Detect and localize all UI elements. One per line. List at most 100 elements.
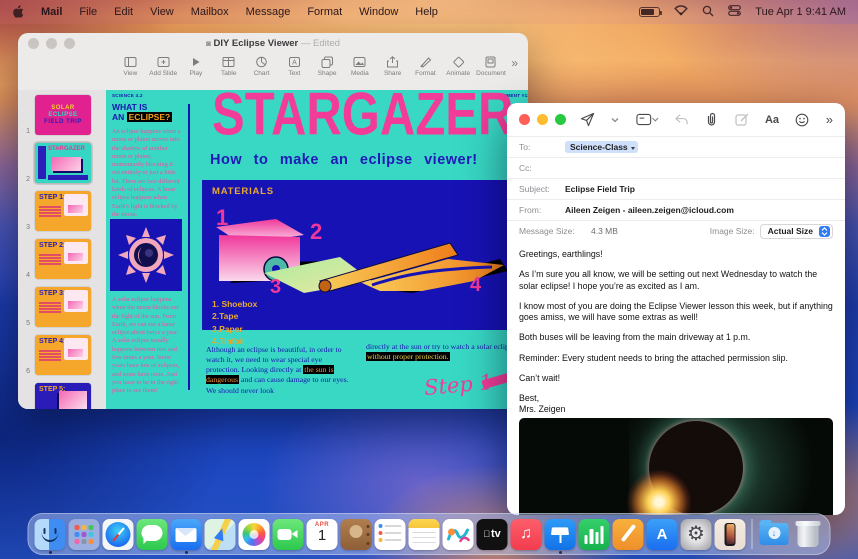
minimize-button[interactable] <box>537 114 548 125</box>
toolbar-document-button[interactable]: Document <box>475 56 508 77</box>
recipient-token[interactable]: Science-Class <box>565 141 638 153</box>
menu-message[interactable]: Message <box>246 6 291 18</box>
dock-item-music[interactable]: ♫ <box>511 519 542 550</box>
dock-item-pages[interactable] <box>613 519 644 550</box>
spotlight-search-icon[interactable] <box>702 5 714 20</box>
dock-item-maps[interactable] <box>205 519 236 550</box>
from-value: Aileen Zeigen - aileen.zeigen@icloud.com <box>565 205 734 215</box>
dock-item-launchpad[interactable] <box>69 519 100 550</box>
slide-thumbnail-row[interactable]: 5 STEP 3: <box>18 285 106 329</box>
slide-big-title: STARGAZER <box>212 90 513 149</box>
thumbnail-title-slide[interactable]: SOLAR ECLIPSE FIELD TRIP <box>35 95 91 135</box>
emoji-button[interactable] <box>795 113 809 127</box>
toolbar-media-button[interactable]: Media <box>343 56 376 77</box>
menu-window[interactable]: Window <box>359 6 398 18</box>
menu-app-name[interactable]: Mail <box>41 6 62 18</box>
cc-field[interactable]: Cc: <box>507 157 845 178</box>
diamond-ring-flare <box>627 470 691 516</box>
keynote-titlebar[interactable]: ◙ DIY Eclipse Viewer — Edited <box>18 33 528 54</box>
from-field[interactable]: From: Aileen Zeigen - aileen.zeigen@iclo… <box>507 199 845 220</box>
material-item: 2.Tape <box>212 310 518 322</box>
dock-item-facetime[interactable] <box>273 519 304 550</box>
reply-button[interactable] <box>674 113 689 126</box>
menu-view[interactable]: View <box>150 6 174 18</box>
slide-thumbnail-row[interactable]: 2 STARGAZER <box>18 141 106 185</box>
material-item: 3.Paper <box>212 323 518 335</box>
dock-item-mail[interactable] <box>171 519 202 550</box>
slide-canvas[interactable]: SCIENCE 4.2 EXPERIMENT #11 WHAT IS AN EC… <box>106 90 528 409</box>
dock-item-reminders[interactable] <box>375 519 406 550</box>
zoom-button[interactable] <box>555 114 566 125</box>
dock-item-safari[interactable] <box>103 519 134 550</box>
slide-thumbnail-row[interactable]: 7 STEP 5: <box>18 381 106 409</box>
dock-item-calendar[interactable]: APR1 <box>307 519 338 550</box>
toolbar-share-button[interactable]: Share <box>376 56 409 77</box>
wifi-icon[interactable] <box>674 5 688 19</box>
slide-number: 5 <box>18 320 33 329</box>
keynote-toolbar: View Add Slide Play Table Chart A Text <box>18 54 528 90</box>
menu-format[interactable]: Format <box>307 6 342 18</box>
thumbnail-step4-slide[interactable]: STEP 4: <box>35 335 91 375</box>
thumbnail-step3-slide[interactable]: STEP 3: <box>35 287 91 327</box>
dock-item-downloads[interactable]: ↓ <box>759 519 790 550</box>
toolbar-chart-button[interactable]: Chart <box>245 56 278 77</box>
image-size-select[interactable]: Actual Size <box>760 224 833 239</box>
dock-item-app-store[interactable]: A <box>647 519 678 550</box>
toolbar-table-button[interactable]: Table <box>212 56 245 77</box>
dock-item-freeform[interactable] <box>443 519 474 550</box>
toolbar-animate-button[interactable]: Animate <box>442 56 475 77</box>
slide-thumbnail-row[interactable]: 3 STEP 1: <box>18 189 106 233</box>
thumbnail-stargazer-slide[interactable]: STARGAZER <box>35 143 91 183</box>
dock-item-trash[interactable] <box>793 519 824 550</box>
mail-traffic-lights[interactable] <box>519 114 566 125</box>
message-body[interactable]: Greetings, earthlings! As I’m sure you a… <box>507 241 845 416</box>
subject-field[interactable]: Subject: Eclipse Field Trip <box>507 178 845 199</box>
slide-thumbnail-row[interactable]: 1 SOLAR ECLIPSE FIELD TRIP <box>18 93 106 137</box>
toolbar-overflow-button[interactable]: » <box>826 112 833 127</box>
dock-item-notes[interactable] <box>409 519 440 550</box>
image-size-label: Image Size: <box>710 226 755 236</box>
menu-help[interactable]: Help <box>415 6 438 18</box>
slide-thumbnail-row[interactable]: 4 STEP 2: <box>18 237 106 281</box>
attach-button[interactable] <box>705 112 718 127</box>
toolbar-add-slide-button[interactable]: Add Slide <box>147 56 180 77</box>
compose-button[interactable] <box>735 113 749 127</box>
apple-menu-icon[interactable] <box>12 5 24 19</box>
battery-icon[interactable] <box>639 7 660 17</box>
thumbnail-step2-slide[interactable]: STEP 2: <box>35 239 91 279</box>
toolbar-text-button[interactable]: A Text <box>278 56 311 77</box>
dock-item-keynote[interactable] <box>545 519 576 550</box>
menu-edit[interactable]: Edit <box>114 6 133 18</box>
header-fields-button[interactable] <box>636 113 658 126</box>
svg-text:2: 2 <box>310 219 322 244</box>
dock-item-finder[interactable] <box>35 519 66 550</box>
dock-item-contacts[interactable] <box>341 519 372 550</box>
edited-label: — Edited <box>301 38 340 49</box>
menu-file[interactable]: File <box>79 6 97 18</box>
thumbnail-step1-slide[interactable]: STEP 1: <box>35 191 91 231</box>
dock-item-tv[interactable]: tv <box>477 519 508 550</box>
send-options-chevron-icon[interactable] <box>611 117 619 123</box>
format-button[interactable]: Aa <box>765 114 779 126</box>
dock-item-system-settings[interactable]: ⚙ <box>681 519 712 550</box>
slide-course-code: SCIENCE 4.2 <box>112 93 143 98</box>
dock-item-photos[interactable] <box>239 519 270 550</box>
toolbar-play-button[interactable]: Play <box>180 56 213 77</box>
thumbnail-step5-slide[interactable]: STEP 5: <box>35 383 91 409</box>
slide-paragraph-solar: A solar eclipse happens when the moon bl… <box>112 296 182 396</box>
send-button[interactable] <box>580 112 595 127</box>
dock-item-numbers[interactable] <box>579 519 610 550</box>
eclipse-photo-attachment[interactable] <box>519 418 833 516</box>
dock-item-iphone-mirroring[interactable] <box>715 519 746 550</box>
menu-bar-clock[interactable]: Tue Apr 1 9:41 AM <box>755 6 846 18</box>
toolbar-format-button[interactable]: Format <box>409 56 442 77</box>
close-button[interactable] <box>519 114 530 125</box>
menu-mailbox[interactable]: Mailbox <box>191 6 229 18</box>
slide-thumbnail-row[interactable]: 6 STEP 4: <box>18 333 106 377</box>
toolbar-shape-button[interactable]: Shape <box>311 56 344 77</box>
toolbar-overflow-button[interactable]: » <box>511 56 518 70</box>
to-field[interactable]: To: Science-Class <box>507 136 845 157</box>
toolbar-view-button[interactable]: View <box>114 56 147 77</box>
dock-item-messages[interactable] <box>137 519 168 550</box>
control-center-icon[interactable] <box>728 5 741 19</box>
